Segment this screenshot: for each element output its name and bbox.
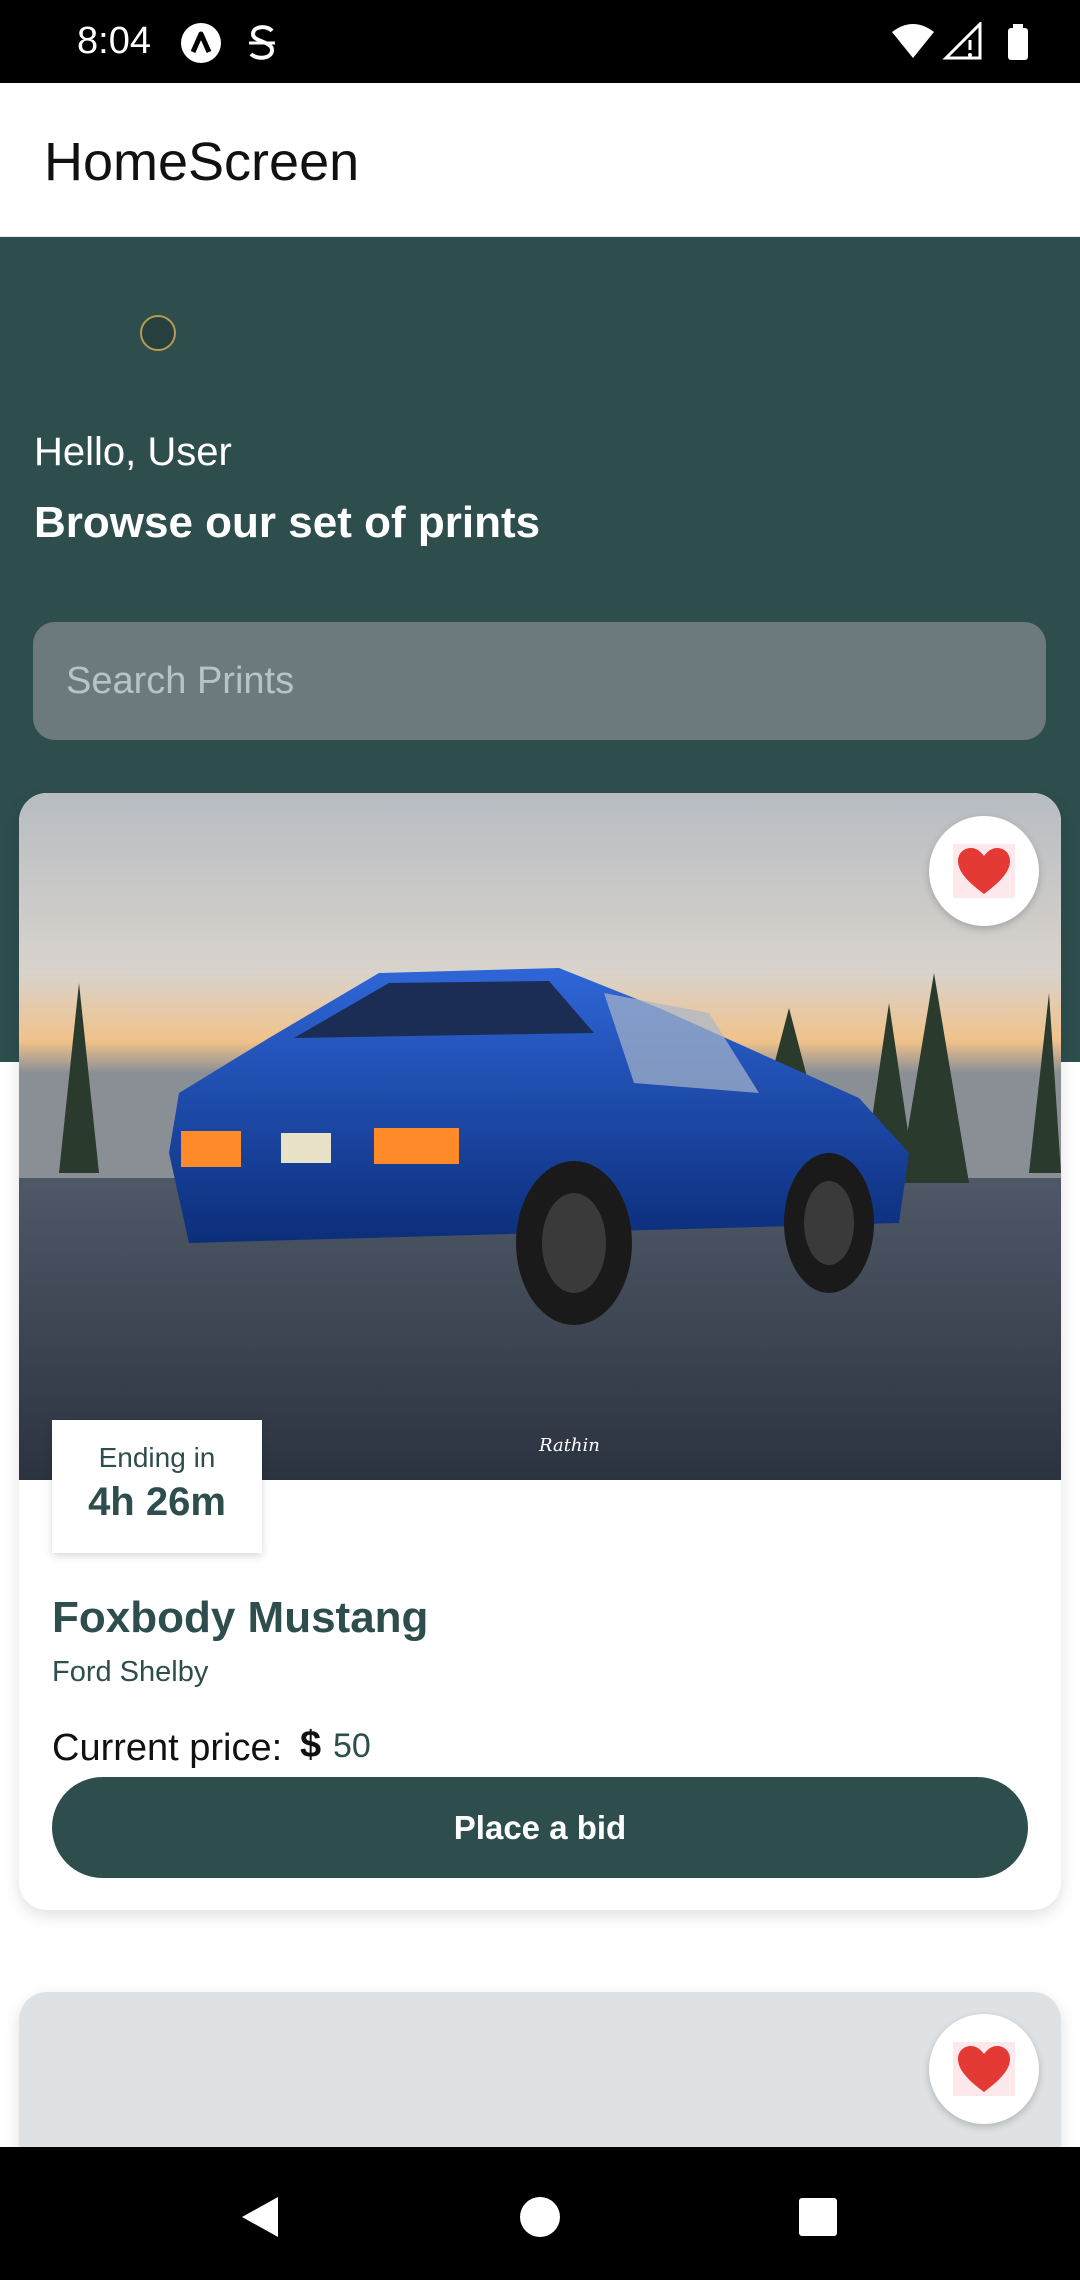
heart-icon: [953, 2042, 1015, 2096]
signal-icon: [942, 20, 982, 60]
search-input[interactable]: [66, 653, 1006, 709]
headline-text: Browse our set of prints: [34, 498, 541, 547]
system-nav-bar: [0, 2147, 1080, 2280]
price-currency: $: [300, 1724, 322, 1766]
status-time: 8:04: [77, 20, 151, 62]
item-subtitle: Ford Shelby: [52, 1656, 209, 1688]
ending-label: Ending in: [98, 1442, 216, 1473]
brand-logo: [140, 315, 176, 351]
print-image[interactable]: Rathin: [19, 793, 1061, 1480]
home-icon[interactable]: [510, 2187, 570, 2247]
greeting-text: Hello, User: [34, 430, 232, 474]
recents-icon[interactable]: [788, 2187, 848, 2247]
ending-time: 4h 26m: [88, 1480, 226, 1524]
page-title: HomeScreen: [44, 132, 360, 192]
back-icon[interactable]: [230, 2187, 290, 2247]
favorite-button[interactable]: [929, 816, 1039, 926]
wifi-icon: [892, 24, 934, 58]
item-title: Foxbody Mustang: [52, 1593, 429, 1642]
price-value: 50: [333, 1727, 371, 1765]
heart-icon: [953, 844, 1015, 898]
search-box[interactable]: [33, 622, 1046, 740]
place-bid-button[interactable]: Place a bid: [52, 1777, 1028, 1878]
battery-icon: [1008, 24, 1028, 60]
print-card[interactable]: Rathin Ending in 4h 26m Foxbody Mustang …: [19, 793, 1061, 1910]
s-logo-icon: [245, 22, 279, 62]
photo-signature: Rathin: [538, 1435, 600, 1456]
status-right-icons: [890, 20, 1040, 62]
favorite-button[interactable]: [929, 2014, 1039, 2124]
a-logo-icon: [180, 22, 222, 63]
ending-timer: Ending in 4h 26m: [52, 1420, 262, 1553]
app-bar: HomeScreen: [0, 83, 1080, 237]
status-bar: 8:04: [0, 0, 1080, 83]
price-label: Current price:: [52, 1727, 283, 1769]
